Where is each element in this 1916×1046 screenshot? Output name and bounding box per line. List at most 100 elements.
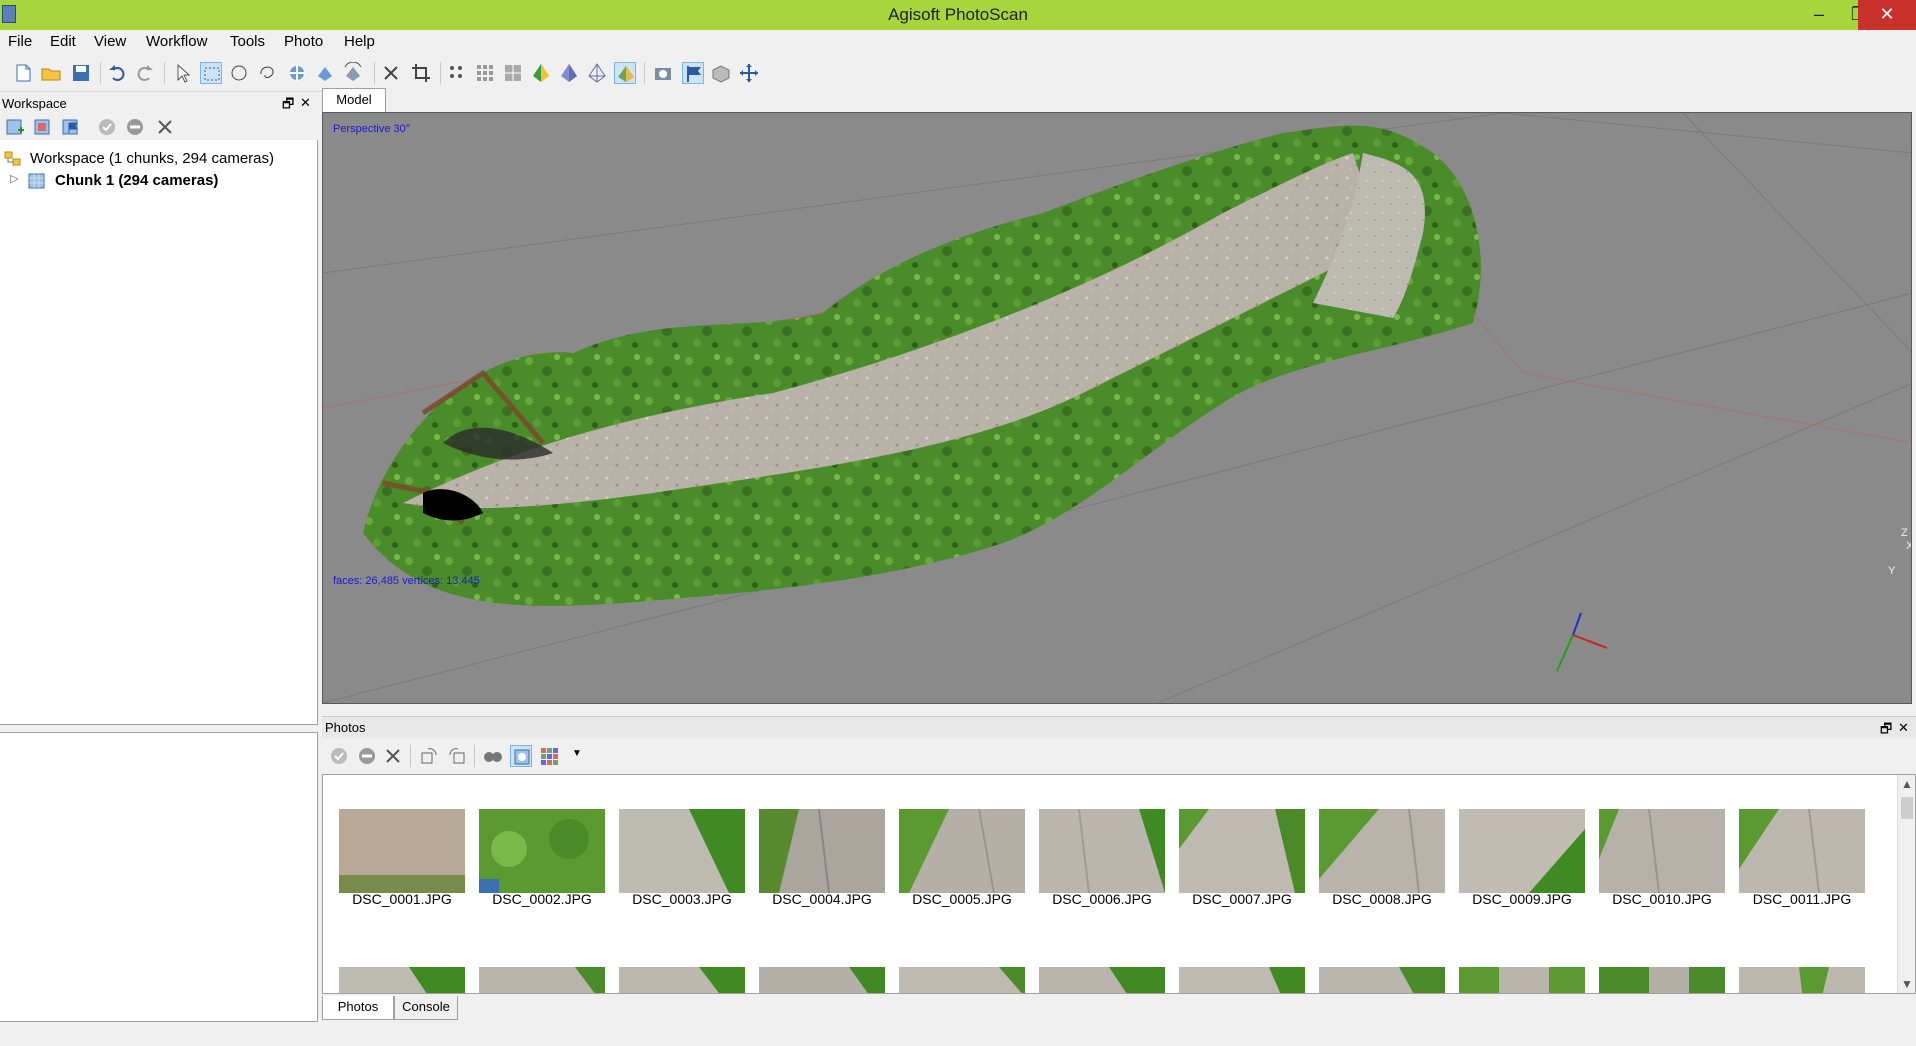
- workspace-title: Workspace: [2, 96, 67, 111]
- photos-grid[interactable]: DSC_0001.JPG DSC_0002.JPG DSC_0003.JPG D…: [322, 774, 1916, 994]
- axis-y-label: Y: [1888, 565, 1896, 577]
- open-folder-icon[interactable]: [40, 62, 62, 84]
- circle-selection-icon[interactable]: [228, 62, 250, 84]
- menu-edit[interactable]: Edit: [50, 33, 76, 50]
- rotate-right-icon[interactable]: [418, 745, 440, 767]
- redo-icon[interactable]: [134, 62, 156, 84]
- point-cloud-icon[interactable]: [446, 62, 468, 84]
- close-photos-pane-icon[interactable]: ✕: [1898, 720, 1909, 736]
- rotate-region-icon[interactable]: [342, 62, 364, 84]
- photo-thumb-7[interactable]: [1179, 809, 1305, 893]
- menu-file[interactable]: File: [8, 33, 32, 50]
- photo-thumb-12[interactable]: [339, 967, 465, 993]
- disable-icon[interactable]: [124, 116, 146, 138]
- photo-thumb-18[interactable]: [1179, 967, 1305, 993]
- photo-thumb-13[interactable]: [479, 967, 605, 993]
- model-solid-icon[interactable]: [558, 62, 580, 84]
- photo-label-1: DSC_0001.JPG: [352, 891, 452, 907]
- tab-photos[interactable]: Photos: [322, 996, 394, 1020]
- menu-help[interactable]: Help: [344, 33, 375, 50]
- disable-cameras-icon[interactable]: [356, 745, 378, 767]
- close-pane-icon[interactable]: ✕: [300, 95, 311, 111]
- remove-cameras-icon[interactable]: [382, 745, 404, 767]
- photo-thumb-4[interactable]: [759, 809, 885, 893]
- show-region-icon[interactable]: [710, 62, 732, 84]
- model-wireframe-icon[interactable]: [586, 62, 608, 84]
- save-icon[interactable]: [70, 62, 92, 84]
- tab-model[interactable]: Model: [322, 88, 386, 113]
- menu-tools[interactable]: Tools: [230, 33, 265, 50]
- model-shaded-icon[interactable]: [530, 62, 552, 84]
- crop-selection-icon[interactable]: [410, 62, 432, 84]
- photo-thumb-5[interactable]: [899, 809, 1025, 893]
- navigation-cursor-icon[interactable]: [172, 62, 194, 84]
- photo-thumb-3[interactable]: [619, 809, 745, 893]
- enable-icon[interactable]: [96, 116, 118, 138]
- float-photos-pane-icon[interactable]: 🗗: [1880, 720, 1892, 742]
- dense-cloud-classes-icon[interactable]: [502, 62, 524, 84]
- photos-scrollbar[interactable]: ▲ ▼: [1897, 775, 1915, 993]
- photo-label-6: DSC_0006.JPG: [1052, 891, 1152, 907]
- model-scene[interactable]: [323, 113, 1912, 704]
- photo-thumb-11[interactable]: [1739, 809, 1865, 893]
- expand-chevron-icon[interactable]: ▷: [10, 172, 18, 185]
- photo-label-5: DSC_0005.JPG: [912, 891, 1012, 907]
- photo-thumb-8[interactable]: [1319, 809, 1445, 893]
- reset-view-icon[interactable]: [738, 62, 760, 84]
- menu-photo[interactable]: Photo: [284, 33, 323, 50]
- filter-by-selection-icon[interactable]: [510, 745, 532, 767]
- photo-label-9: DSC_0009.JPG: [1472, 891, 1572, 907]
- photo-thumb-17[interactable]: [1039, 967, 1165, 993]
- photo-thumb-16[interactable]: [899, 967, 1025, 993]
- add-photos-icon[interactable]: [32, 116, 54, 138]
- add-marker-icon[interactable]: [60, 116, 82, 138]
- photo-thumb-22[interactable]: [1739, 967, 1865, 993]
- title-bar: Agisoft PhotoScan – ❐ ✕: [0, 0, 1916, 30]
- photo-thumb-20[interactable]: [1459, 967, 1585, 993]
- chunk-label: Chunk 1 (294 cameras): [55, 172, 219, 189]
- axis-z-label: Z: [1901, 527, 1908, 539]
- model-viewport[interactable]: Perspective 30° faces: 26,485 vertices: …: [322, 112, 1912, 704]
- dense-cloud-icon[interactable]: [474, 62, 496, 84]
- photo-thumb-19[interactable]: [1319, 967, 1445, 993]
- scroll-thumb[interactable]: [1901, 797, 1913, 819]
- scroll-up-icon[interactable]: ▲: [1901, 777, 1913, 791]
- undo-icon[interactable]: [106, 62, 128, 84]
- rectangle-selection-icon[interactable]: [200, 62, 222, 84]
- close-button[interactable]: ✕: [1858, 0, 1916, 30]
- photo-thumb-10[interactable]: [1599, 809, 1725, 893]
- photo-thumb-6[interactable]: [1039, 809, 1165, 893]
- menu-view[interactable]: View: [94, 33, 126, 50]
- bottom-tab-bar: Photos Console: [322, 996, 1916, 1020]
- photo-thumb-9[interactable]: [1459, 809, 1585, 893]
- photo-thumb-21[interactable]: [1599, 967, 1725, 993]
- scroll-down-icon[interactable]: ▼: [1901, 977, 1913, 991]
- view-mode-dropdown-icon[interactable]: ▼: [572, 748, 582, 759]
- remove-items-icon[interactable]: [154, 116, 176, 138]
- model-textured-icon[interactable]: [614, 62, 636, 84]
- new-document-icon[interactable]: [12, 62, 34, 84]
- photo-thumb-1[interactable]: [339, 809, 465, 893]
- show-markers-icon[interactable]: [682, 62, 704, 84]
- photos-toolbar: ▼: [322, 740, 1916, 772]
- enable-cameras-icon[interactable]: [328, 745, 350, 767]
- photo-thumb-14[interactable]: [619, 967, 745, 993]
- photo-thumb-2[interactable]: [479, 809, 605, 893]
- free-form-selection-icon[interactable]: [256, 62, 278, 84]
- float-pane-icon[interactable]: 🗗: [282, 95, 294, 117]
- model-tab-bar: Model: [322, 88, 1916, 113]
- rotate-left-icon[interactable]: [446, 745, 468, 767]
- tab-console[interactable]: Console: [394, 996, 458, 1020]
- view-mode-grid-icon[interactable]: [538, 745, 560, 767]
- move-region-icon[interactable]: [286, 62, 308, 84]
- minimize-button[interactable]: –: [1800, 0, 1838, 30]
- menu-workflow[interactable]: Workflow: [146, 33, 207, 50]
- delete-selection-icon[interactable]: [380, 62, 402, 84]
- filter-by-markers-icon[interactable]: [482, 745, 504, 767]
- resize-region-icon[interactable]: [314, 62, 336, 84]
- photo-label-4: DSC_0004.JPG: [772, 891, 872, 907]
- workspace-tree: Workspace (1 chunks, 294 cameras) ▷ Chun…: [0, 140, 318, 725]
- photo-thumb-15[interactable]: [759, 967, 885, 993]
- show-cameras-icon[interactable]: [652, 62, 674, 84]
- add-chunk-icon[interactable]: [4, 116, 26, 138]
